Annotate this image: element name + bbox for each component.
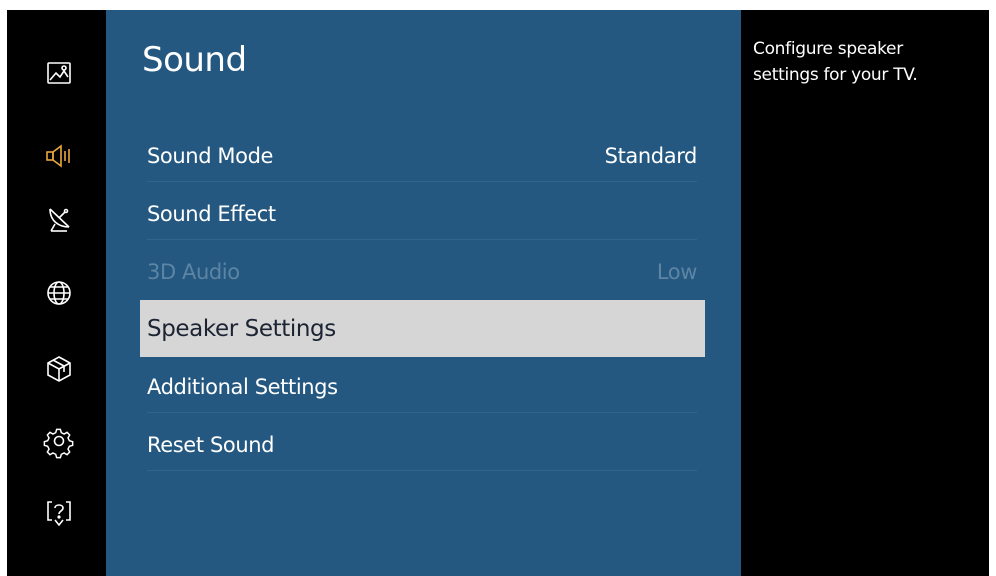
divider — [147, 181, 697, 182]
divider — [147, 470, 697, 471]
menu-item-value: Low — [656, 260, 698, 284]
smart-features-icon[interactable] — [44, 354, 74, 384]
menu-item-additional-settings[interactable]: Additional Settings — [140, 361, 705, 413]
help-text: Configure speaker settings for your TV. — [753, 39, 918, 85]
menu-item-3d-audio: 3D Audio Low — [140, 246, 705, 298]
menu-item-label: Additional Settings — [147, 375, 338, 399]
divider — [147, 239, 697, 240]
menu-item-label: Sound Effect — [147, 202, 276, 226]
broadcasting-icon[interactable] — [44, 204, 74, 234]
menu-item-reset-sound[interactable]: Reset Sound — [140, 419, 705, 471]
tv-screen: Sound Sound Mode Standard Sound Effect 3… — [7, 10, 989, 576]
help-panel: Configure speaker settings for your TV. — [741, 10, 989, 576]
menu-item-label: Reset Sound — [147, 433, 275, 457]
page-title: Sound — [142, 40, 247, 80]
menu-item-speaker-settings[interactable]: Speaker Settings — [140, 300, 705, 357]
menu-item-label: Sound Mode — [147, 144, 274, 168]
divider — [147, 412, 697, 413]
system-icon[interactable] — [43, 426, 74, 459]
picture-icon[interactable] — [44, 58, 74, 88]
support-icon[interactable] — [44, 498, 74, 528]
menu-item-value: Standard — [604, 144, 698, 168]
sound-menu-panel: Sound Sound Mode Standard Sound Effect 3… — [106, 10, 741, 576]
network-icon[interactable] — [44, 278, 74, 308]
sound-icon[interactable] — [44, 141, 74, 171]
menu-item-sound-mode[interactable]: Sound Mode Standard — [140, 130, 705, 182]
sidebar — [7, 10, 106, 576]
menu-item-label: 3D Audio — [147, 260, 240, 284]
menu-item-sound-effect[interactable]: Sound Effect — [140, 188, 705, 240]
menu-item-label: Speaker Settings — [147, 315, 336, 342]
